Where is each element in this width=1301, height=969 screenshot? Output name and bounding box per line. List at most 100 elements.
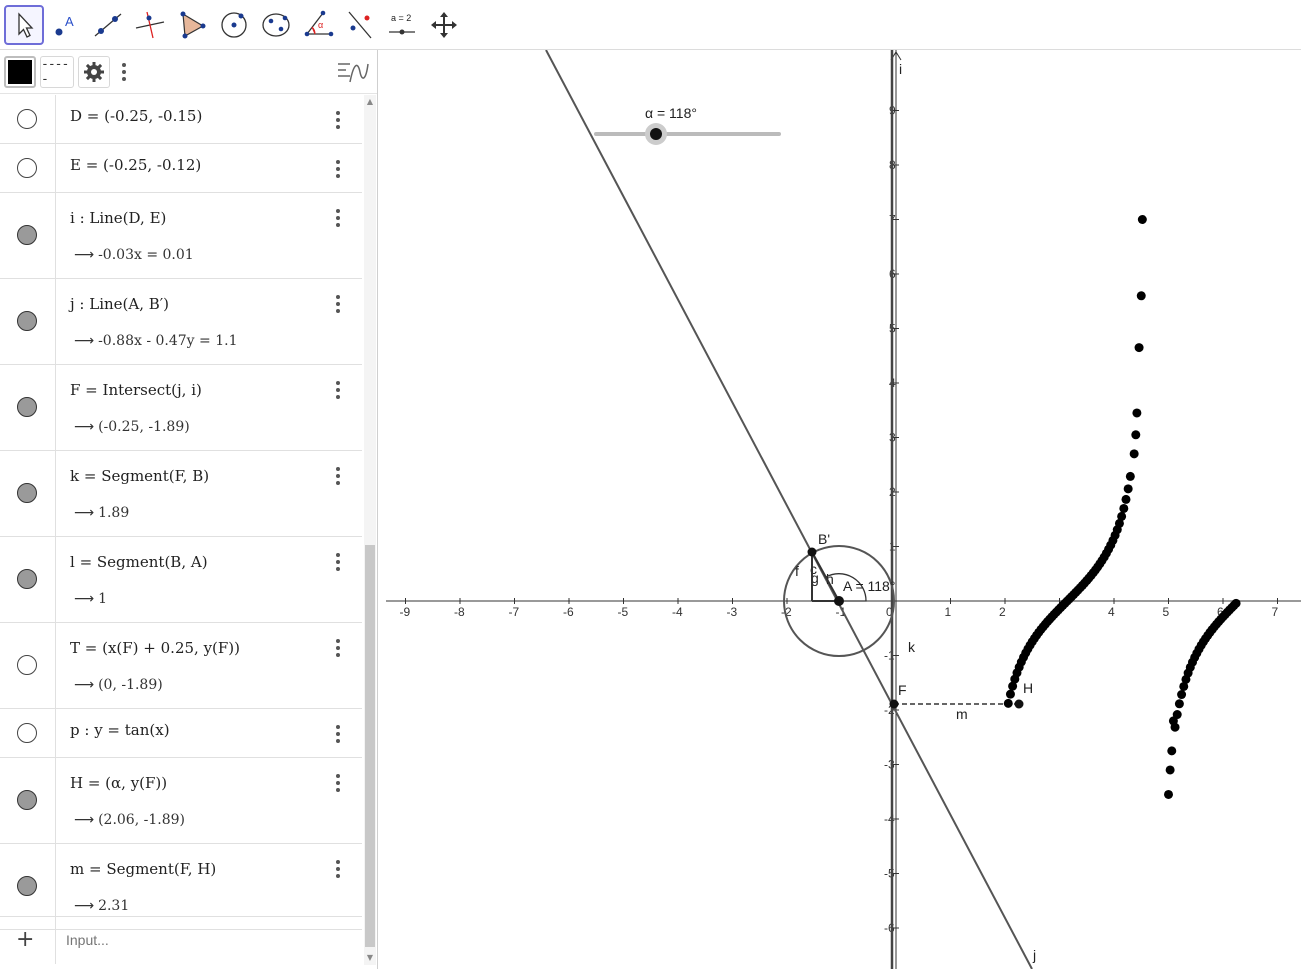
row-menu-button[interactable] — [328, 154, 348, 184]
algebra-row[interactable]: i : Line(D, E) ⟶ -0.03x = 0.01 — [0, 193, 362, 279]
algebra-definition[interactable]: i : Line(D, E) — [70, 209, 166, 227]
algebra-scrollbar[interactable]: ▲ ▼ — [364, 95, 376, 965]
algebra-row[interactable]: p : y = tan(x) — [0, 709, 362, 758]
trace-point — [1167, 746, 1177, 756]
svg-text:α: α — [318, 20, 323, 30]
label-k: k — [908, 639, 916, 655]
settings-button[interactable] — [78, 55, 110, 88]
slider-tool-button[interactable]: a = 2 — [382, 4, 422, 45]
output-arrow-icon: ⟶ — [74, 898, 95, 914]
algebra-value: ⟶ (-0.25, -1.89) — [74, 419, 190, 435]
x-tick-label: -8 — [454, 605, 465, 619]
angle-tool-button[interactable]: α — [298, 4, 338, 45]
polygon-icon — [180, 11, 206, 38]
algebra-value: ⟶ (2.06, -1.89) — [74, 812, 185, 828]
point-f[interactable] — [889, 699, 899, 709]
visibility-toggle[interactable] — [17, 655, 37, 675]
line-tool-button[interactable] — [88, 4, 128, 45]
polygon-tool-button[interactable] — [172, 4, 212, 45]
visibility-toggle[interactable] — [17, 876, 37, 896]
line-j[interactable] — [545, 50, 1033, 969]
visibility-toggle[interactable] — [17, 790, 37, 810]
algebra-definition[interactable]: k = Segment(F, B) — [70, 467, 209, 485]
algebra-definition[interactable]: l = Segment(B, A) — [70, 553, 208, 571]
move-tool-button[interactable] — [4, 4, 44, 45]
label-angle-a: A = 118° — [843, 578, 895, 594]
row-menu-button[interactable] — [328, 461, 348, 491]
perpendicular-line-icon — [135, 11, 165, 38]
output-arrow-icon: ⟶ — [74, 247, 95, 263]
row-menu-button[interactable] — [328, 719, 348, 749]
algebra-row[interactable]: F = Intersect(j, i) ⟶ (-0.25, -1.89) — [0, 365, 362, 451]
algebra-row[interactable]: l = Segment(B, A) ⟶ 1 — [0, 537, 362, 623]
add-item-button[interactable]: + — [16, 927, 34, 952]
row-menu-button[interactable] — [328, 633, 348, 663]
row-menu-button[interactable] — [328, 854, 348, 884]
graph-view-toggle-icon[interactable] — [336, 58, 370, 86]
algebra-definition[interactable]: D = (-0.25, -0.15) — [70, 107, 202, 125]
trace-point — [1005, 689, 1015, 699]
scrollbar-thumb[interactable] — [365, 545, 375, 947]
graphics-view[interactable]: -9-8-7-6-5-4-3-2-101234567 987654321-1-2… — [386, 50, 1301, 969]
style-bar-menu-button[interactable] — [114, 57, 134, 87]
point-h[interactable] — [1014, 699, 1024, 709]
row-menu-button[interactable] — [328, 768, 348, 798]
row-menu-button[interactable] — [328, 203, 348, 233]
angle-icon: α — [304, 10, 334, 36]
point-tool-button[interactable]: A — [46, 4, 86, 45]
algebra-value-text: (0, -1.89) — [98, 677, 163, 693]
trace-point — [1164, 789, 1173, 799]
algebra-definition[interactable]: T = (x(F) + 0.25, y(F)) — [70, 639, 240, 657]
visibility-toggle[interactable] — [17, 311, 37, 331]
row-menu-button[interactable] — [328, 375, 348, 405]
circle-tool-button[interactable] — [214, 4, 254, 45]
move-graphics-tool-button[interactable] — [424, 4, 464, 45]
visibility-toggle[interactable] — [17, 569, 37, 589]
color-picker-button[interactable] — [4, 55, 36, 88]
row-menu-button[interactable] — [328, 105, 348, 135]
line-style-button[interactable]: ----- — [40, 55, 74, 88]
algebra-value-text: -0.88x - 0.47y = 1.1 — [98, 333, 238, 349]
reflect-tool-button[interactable] — [340, 4, 380, 45]
visibility-toggle[interactable] — [17, 397, 37, 417]
trace-point — [1132, 408, 1142, 418]
graphics-canvas[interactable]: -9-8-7-6-5-4-3-2-101234567 987654321-1-2… — [386, 50, 1301, 969]
label-b-prime: B' — [818, 531, 830, 547]
row-menu-button[interactable] — [328, 289, 348, 319]
conic-tool-button[interactable] — [256, 4, 296, 45]
scroll-up-arrow[interactable]: ▲ — [364, 97, 376, 107]
slider-handle[interactable] — [650, 128, 662, 140]
algebra-row[interactable]: T = (x(F) + 0.25, y(F)) ⟶ (0, -1.89) — [0, 623, 362, 709]
algebra-definition[interactable]: H = (α, y(F)) — [70, 774, 167, 792]
point-icon: A — [55, 14, 74, 35]
algebra-definition[interactable]: j : Line(A, B′) — [70, 295, 169, 313]
point-b-prime[interactable] — [807, 547, 817, 557]
algebra-definition[interactable]: E = (-0.25, -0.12) — [70, 156, 201, 174]
algebra-definition[interactable]: F = Intersect(j, i) — [70, 381, 202, 399]
visibility-toggle[interactable] — [17, 109, 37, 129]
algebra-row[interactable]: D = (-0.25, -0.15) — [0, 95, 362, 144]
algebra-view: ----- D = (-0.25, -0.15) E = (-0.25, -0.… — [0, 50, 378, 969]
point-a[interactable] — [834, 596, 844, 606]
algebra-definition[interactable]: p : y = tan(x) — [70, 721, 170, 739]
visibility-toggle[interactable] — [17, 158, 37, 178]
row-menu-button[interactable] — [328, 547, 348, 577]
algebra-input[interactable] — [66, 929, 346, 951]
algebra-row[interactable]: k = Segment(F, B) ⟶ 1.89 — [0, 451, 362, 537]
visibility-toggle[interactable] — [17, 483, 37, 503]
algebra-row[interactable]: H = (α, y(F)) ⟶ (2.06, -1.89) — [0, 758, 362, 844]
perpendicular-line-tool-button[interactable] — [130, 4, 170, 45]
algebra-style-bar: ----- — [0, 50, 377, 94]
trace-point — [1137, 215, 1147, 224]
scroll-down-arrow[interactable]: ▼ — [364, 953, 376, 963]
label-i: i — [899, 61, 902, 77]
visibility-toggle[interactable] — [17, 225, 37, 245]
algebra-row[interactable]: j : Line(A, B′) ⟶ -0.88x - 0.47y = 1.1 — [0, 279, 362, 365]
output-arrow-icon: ⟶ — [74, 333, 95, 349]
toolbar: A α a = 2 — [0, 0, 1301, 50]
move-arrows-icon — [431, 11, 457, 38]
algebra-row[interactable]: E = (-0.25, -0.12) — [0, 144, 362, 193]
algebra-definition[interactable]: m = Segment(F, H) — [70, 860, 216, 878]
trace-point — [1168, 716, 1178, 726]
visibility-toggle[interactable] — [17, 723, 37, 743]
